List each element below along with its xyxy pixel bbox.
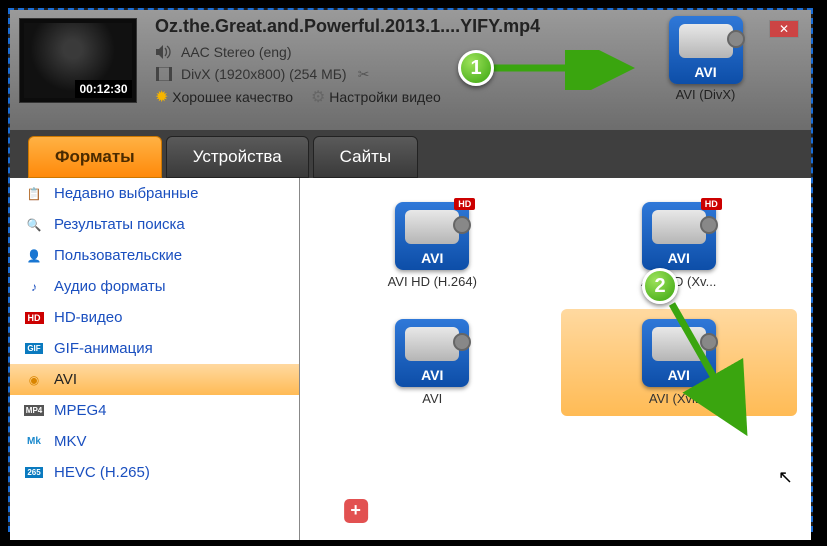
sidebar-item-avi[interactable]: ◉ AVI [10, 364, 299, 395]
sidebar-item-label: Результаты поиска [54, 216, 185, 233]
gif-badge-icon: GIF [24, 341, 44, 357]
sidebar-item-label: Аудио форматы [54, 278, 165, 295]
note-icon: ♪ [24, 279, 44, 295]
sidebar-item-user[interactable]: 👤 Пользовательские [10, 240, 299, 271]
close-button[interactable]: ✕ [769, 20, 799, 38]
watermark-subtext: ВОПРОСЫ АДМИНУ [374, 516, 478, 526]
camera-icon: AVI HD [642, 202, 716, 270]
sidebar-item-label: Недавно выбранные [54, 185, 198, 202]
annotation-marker-1: 1 [458, 50, 494, 86]
preset-avi-xvid[interactable]: AVI AVI (XviD) [561, 309, 798, 416]
recent-icon: 📋 [24, 186, 44, 202]
h265-badge-icon: 265 [24, 465, 44, 481]
sidebar-item-search[interactable]: 🔍 Результаты поиска [10, 209, 299, 240]
disc-icon: ◉ [24, 372, 44, 388]
preset-label: AVI HD (H.264) [388, 274, 477, 289]
watermark-text: OCOMP.info [374, 495, 478, 516]
tab-sites[interactable]: Сайты [313, 136, 418, 178]
preset-label: AVI (XviD) [649, 391, 709, 406]
file-header: 00:12:30 Oz.the.Great.and.Powerful.2013.… [10, 10, 811, 130]
user-icon: 👤 [24, 248, 44, 264]
sidebar-item-label: MKV [54, 433, 87, 450]
preset-avi[interactable]: AVI AVI [314, 309, 551, 416]
timecode: 00:12:30 [75, 80, 131, 98]
scissors-icon[interactable]: ✂ [355, 65, 373, 83]
quality-indicator: ✹ Хорошее качество [155, 87, 293, 107]
format-category-sidebar: 📋 Недавно выбранные 🔍 Результаты поиска … [10, 178, 300, 540]
watermark: + OCOMP.info ВОПРОСЫ АДМИНУ [344, 495, 478, 526]
sidebar-item-label: Пользовательские [54, 247, 182, 264]
preset-avi-hd-xvid[interactable]: AVI HD AVI HD (Xv... [561, 192, 798, 299]
sidebar-item-recent[interactable]: 📋 Недавно выбранные [10, 178, 299, 209]
video-thumbnail[interactable]: 00:12:30 [19, 18, 137, 103]
camera-icon: AVI [642, 319, 716, 387]
video-info: DivX (1920x800) (254 МБ) [181, 66, 347, 82]
output-format-target[interactable]: AVI AVI (DivX) [658, 16, 753, 102]
hd-badge-icon: HD [24, 310, 44, 326]
hd-tag-icon: HD [701, 198, 722, 210]
tab-formats[interactable]: Форматы [28, 136, 162, 178]
speaker-icon [155, 43, 173, 61]
mp4-badge-icon: MP4 [24, 403, 44, 419]
camera-icon: AVI [395, 319, 469, 387]
sidebar-item-mkv[interactable]: Mk MKV [10, 426, 299, 457]
sidebar-item-hevc[interactable]: 265 HEVC (H.265) [10, 457, 299, 488]
tab-devices[interactable]: Устройства [166, 136, 309, 178]
preset-label: AVI [422, 391, 442, 406]
preset-avi-hd-h264[interactable]: AVI HD AVI HD (H.264) [314, 192, 551, 299]
camera-icon: AVI HD [395, 202, 469, 270]
film-icon [155, 65, 173, 83]
cursor-icon: ↖ [778, 467, 793, 488]
annotation-marker-2: 2 [642, 268, 678, 304]
sidebar-item-mpeg4[interactable]: MP4 MPEG4 [10, 395, 299, 426]
sidebar-item-hd[interactable]: HD HD-видео [10, 302, 299, 333]
camera-icon: AVI [669, 16, 743, 84]
plus-icon: + [344, 499, 368, 523]
sidebar-item-label: AVI [54, 371, 77, 388]
target-caption: AVI (DivX) [658, 87, 753, 102]
sidebar-item-gif[interactable]: GIF GIF-анимация [10, 333, 299, 364]
sidebar-item-label: MPEG4 [54, 402, 107, 419]
preset-grid: AVI HD AVI HD (H.264) AVI HD AVI HD (Xv.… [300, 178, 811, 540]
search-icon: 🔍 [24, 217, 44, 233]
sidebar-item-label: HD-видео [54, 309, 122, 326]
tab-bar: Форматы Устройства Сайты [10, 130, 811, 178]
hd-tag-icon: HD [454, 198, 475, 210]
gear-icon: ⚙ [311, 89, 325, 106]
sidebar-item-label: HEVC (H.265) [54, 464, 150, 481]
audio-info: AAC Stereo (eng) [181, 44, 292, 60]
mkv-icon: Mk [24, 434, 44, 450]
sidebar-item-audio[interactable]: ♪ Аудио форматы [10, 271, 299, 302]
sidebar-item-label: GIF-анимация [54, 340, 153, 357]
star-icon: ✹ [155, 89, 168, 106]
video-settings-button[interactable]: ⚙ Настройки видео [311, 87, 441, 107]
